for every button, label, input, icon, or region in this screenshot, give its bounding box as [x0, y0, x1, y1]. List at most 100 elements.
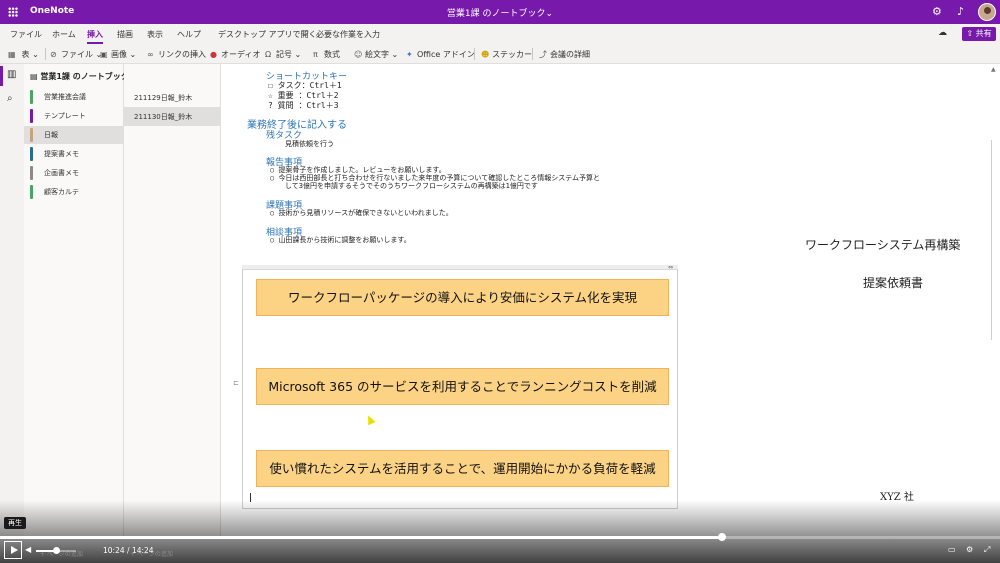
search-icon[interactable]: ⌕ [7, 93, 13, 104]
tell-me-input[interactable]: 必要な作業を入力 [316, 29, 380, 40]
section-label: 提案書メモ [44, 150, 79, 158]
fullscreen-icon[interactable]: ⤢ [984, 545, 990, 555]
time-display: 10:24 / 14:24 [103, 546, 154, 555]
question-icon: ? [268, 101, 273, 110]
section-color-bar [30, 147, 33, 161]
settings-gear-icon[interactable]: ⚙ [966, 545, 973, 554]
section-color-bar [30, 185, 33, 199]
seek-bar-progress [0, 536, 723, 539]
settings-icon[interactable]: ⚙ [932, 5, 942, 18]
section-label: 日報 [44, 131, 58, 139]
page-item[interactable]: 211129日報_鈴木 [124, 88, 221, 107]
section-item[interactable]: 提案書メモ [24, 145, 124, 163]
tab-view[interactable]: 表示 [147, 29, 163, 40]
rail-active-indicator [0, 66, 3, 86]
volume-handle[interactable] [53, 547, 60, 554]
page-label: 211129日報_鈴木 [134, 94, 193, 102]
emoji-icon: ☺ [354, 50, 363, 59]
section-label: テンプレート [44, 112, 86, 120]
slide-point-box: 使い慣れたシステムを活用することで、運用開始にかかる負荷を軽減 [256, 450, 669, 487]
lightbulb-icon: ♡ [302, 29, 310, 38]
meeting-icon: ⤴ [539, 50, 547, 59]
consult-item: ○ 山田課長から技術に調整をお願いします。 [270, 236, 411, 244]
avatar[interactable] [978, 3, 996, 21]
section-label: 顧客カルテ [44, 188, 79, 196]
star-icon: ☆ [268, 91, 273, 100]
section-item[interactable]: 顧客カルテ [24, 183, 124, 201]
audio-button[interactable]: ● オーディオ [210, 49, 260, 60]
notebook-title[interactable]: 営業1課 のノートブック⌄ [0, 6, 1000, 19]
doc-subtitle: 提案依頼書 [863, 276, 924, 290]
doc-title: ワークフローシステム再構築 [805, 238, 961, 252]
emoji-button[interactable]: ☺ 絵文字 ⌄ [354, 49, 398, 60]
page-label: 211130日報_鈴木 [134, 113, 193, 121]
attach-icon: ⊘ [50, 50, 57, 59]
move-handle-icon[interactable]: ⊏ [233, 379, 239, 387]
sections-pane: ▤ 営業1課 のノートブック ⌄ 営業推進会議 テンプレート 日報 提案書メモ … [24, 64, 138, 537]
section-item[interactable]: 営業推進会議 [24, 88, 124, 106]
report-item-continued: して3億円を申請するそうでそのうちワークフローシステムの再構築は1億円です [285, 182, 538, 190]
section-label: 営業推進会議 [44, 93, 86, 101]
file-button[interactable]: ⊘ ファイル ⌄ [50, 49, 102, 60]
symbol-button[interactable]: Ω 記号 ⌄ [265, 49, 301, 60]
tab-file[interactable]: ファイル [10, 29, 42, 40]
table-icon: ▦ [8, 50, 16, 59]
issue-item: ○ 技術から見積リソースが確保できないといわれました。 [270, 209, 453, 217]
divider [45, 48, 46, 60]
tab-help[interactable]: ヘルプ [177, 29, 201, 40]
addin-icon: ✦ [406, 50, 413, 59]
omega-icon: Ω [265, 50, 272, 59]
play-tooltip: 再生 [4, 517, 26, 529]
section-color-bar [30, 109, 33, 123]
section-item[interactable]: テンプレート [24, 107, 124, 125]
slide-point-box: Microsoft 365 のサービスを利用することでランニングコストを削減 [256, 368, 669, 405]
title-bar: OneNote 営業1課 のノートブック⌄ ⚙ ♪ [0, 0, 1000, 24]
picture-icon: ▣ [100, 50, 108, 59]
tab-home[interactable]: ホーム [52, 29, 76, 40]
picture-button[interactable]: ▣ 画像 ⌄ [100, 49, 136, 60]
notebook-selector[interactable]: ▤ 営業1課 のノートブック ⌄ [30, 71, 138, 82]
scroll-up-icon[interactable]: ▲ [991, 66, 996, 73]
link-button[interactable]: ∞ リンクの挿入 [147, 49, 206, 60]
table-button[interactable]: ▦ 表 ⌄ [8, 49, 39, 60]
scrollbar[interactable] [991, 140, 997, 340]
resize-handle-icon[interactable]: ⇔ [668, 264, 673, 271]
shortcut-line: ? 質問 ：Ctrl＋3 [268, 101, 339, 110]
bell-icon[interactable]: ♪ [957, 5, 964, 18]
share-label: 共有 [975, 29, 992, 38]
section-item[interactable]: 企画書メモ [24, 164, 124, 182]
section-color-bar [30, 128, 33, 142]
volume-icon[interactable]: ◀ [25, 545, 31, 554]
pi-icon: π [313, 50, 318, 59]
tab-insert[interactable]: 挿入 [87, 29, 103, 44]
slide-header-bar[interactable] [242, 265, 678, 270]
time-separator: / [127, 546, 130, 555]
equation-button[interactable]: π 数式 [313, 49, 340, 60]
insert-toolbar: ▦ 表 ⌄ ⊘ ファイル ⌄ ▣ 画像 ⌄ ∞ リンクの挿入 ● オーディオ Ω 記号 ⌄… [0, 44, 1000, 64]
divider [474, 48, 475, 60]
play-button[interactable] [4, 541, 22, 559]
page-item[interactable]: 211130日報_鈴木 [124, 107, 221, 126]
captions-icon[interactable]: ▭ [948, 545, 956, 554]
section-label: 企画書メモ [44, 169, 79, 177]
sync-icon[interactable]: ☁ [938, 28, 947, 38]
share-button[interactable]: ⇧ 共有 [962, 27, 996, 41]
pages-pane: 211129日報_鈴木 211130日報_鈴木 [124, 64, 221, 537]
link-icon: ∞ [147, 50, 154, 59]
total-time: 14:24 [131, 546, 154, 555]
ribbon-tabs: ファイル ホーム 挿入 描画 表示 ヘルプ デスクトップ アプリで開く ♡ 必要… [0, 24, 1000, 44]
tab-draw[interactable]: 描画 [117, 29, 133, 40]
section-item[interactable]: 日報 [24, 126, 124, 144]
player-controls: ◀ 10:24 / 14:24 ▭ ⚙ ⤢ [0, 540, 1000, 563]
sticker-button[interactable]: ☻ ステッカー [481, 49, 532, 60]
meeting-details-button[interactable]: ⤴ 会議の詳細 [539, 49, 590, 60]
current-time: 10:24 [103, 546, 125, 555]
record-icon: ● [210, 50, 217, 59]
addin-button[interactable]: ✦ Office アドイン [406, 49, 475, 60]
sticker-icon: ☻ [481, 50, 490, 59]
slide-point-box: ワークフローパッケージの導入により安価にシステム化を実現 [256, 279, 669, 316]
section-color-bar [30, 166, 33, 180]
notebooks-icon[interactable]: ▥ [7, 69, 16, 80]
section-color-bar [30, 90, 33, 104]
nav-rail: ▥ ⌕ [0, 64, 24, 537]
